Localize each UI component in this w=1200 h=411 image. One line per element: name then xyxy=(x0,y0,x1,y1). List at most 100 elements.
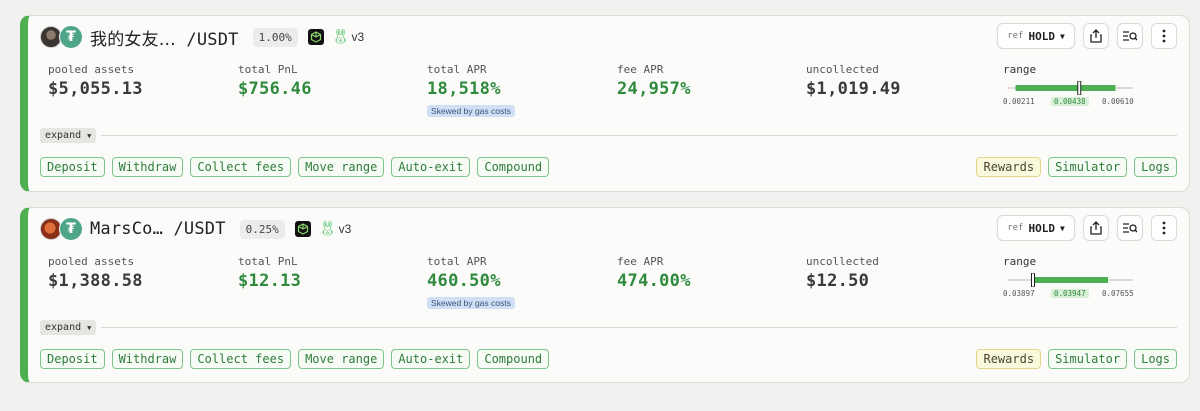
share-button[interactable] xyxy=(1083,23,1109,49)
divider xyxy=(101,134,1177,136)
withdraw-button[interactable]: Withdraw xyxy=(111,157,184,177)
list-search-icon xyxy=(1123,223,1138,233)
metric-label: uncollected xyxy=(806,255,879,268)
pair-quote: /USDT xyxy=(163,219,226,239)
metric-value: 18,518% xyxy=(427,79,501,99)
range-min: 0.03897 xyxy=(1003,289,1035,298)
gas-cost-note: Skewed by gas costs xyxy=(427,297,515,309)
metric-label: fee APR xyxy=(617,63,664,76)
rewards-button[interactable]: Rewards xyxy=(976,349,1042,369)
ref-hold-dropdown[interactable]: ref HOLD ▼ xyxy=(997,215,1075,241)
fee-tier-badge: 0.25% xyxy=(239,219,285,239)
deposit-button[interactable]: Deposit xyxy=(40,157,105,177)
expand-label: expand xyxy=(45,129,82,141)
right-action-buttons: Rewards Simulator Logs xyxy=(976,349,1177,369)
range-min: 0.00211 xyxy=(1003,97,1035,106)
dex-cube-icon xyxy=(294,221,311,237)
metric-value: $5,055.13 xyxy=(48,79,143,99)
caret-down-icon: ▼ xyxy=(1059,223,1065,233)
position-card: ₮ MarsCo… /USDT 0.25% 🐰︎ v3 ref HOLD ▼ p… xyxy=(20,207,1190,383)
metric-value: $1,388.58 xyxy=(48,271,143,291)
bunny-icon: 🐰︎ xyxy=(318,221,337,237)
version-label: v3 xyxy=(351,30,365,44)
compound-button[interactable]: Compound xyxy=(477,349,550,369)
ref-value: HOLD xyxy=(1028,29,1055,43)
bunny-icon: 🐰︎ xyxy=(331,29,350,45)
withdraw-button[interactable]: Withdraw xyxy=(111,349,184,369)
divider xyxy=(101,326,1177,328)
expand-button[interactable]: expand ▼ xyxy=(40,127,97,143)
pair-token: MarsCo… xyxy=(90,219,164,239)
inspect-button[interactable] xyxy=(1117,23,1143,49)
rewards-button[interactable]: Rewards xyxy=(976,157,1042,177)
share-icon xyxy=(1090,221,1102,235)
metric-value: $12.50 xyxy=(806,271,870,291)
tether-icon: ₮ xyxy=(59,217,83,241)
range-indicator: range 0.00211 0.00438 0.00610 xyxy=(1003,63,1138,109)
logs-button[interactable]: Logs xyxy=(1134,157,1177,177)
expand-button[interactable]: expand ▼ xyxy=(40,319,97,335)
gas-cost-note: Skewed by gas costs xyxy=(427,105,515,117)
fee-tier-badge: 1.00% xyxy=(252,27,298,47)
auto-exit-button[interactable]: Auto-exit xyxy=(391,157,471,177)
pair-quote: /USDT xyxy=(176,29,239,50)
current-price-marker xyxy=(1031,273,1035,287)
metric-label: total APR xyxy=(427,255,487,268)
range-max: 0.00610 xyxy=(1102,97,1134,106)
logs-button[interactable]: Logs xyxy=(1134,349,1177,369)
auto-exit-button[interactable]: Auto-exit xyxy=(391,349,471,369)
pair-name[interactable]: MarsCo… /USDT xyxy=(90,219,226,239)
range-ticks: 0.00211 0.00438 0.00610 xyxy=(1003,97,1138,109)
range-label: range xyxy=(1003,255,1037,268)
more-options-button[interactable] xyxy=(1151,23,1177,49)
range-slider xyxy=(1008,81,1133,95)
kebab-icon xyxy=(1162,221,1166,235)
tether-icon: ₮ xyxy=(59,25,83,49)
pooled-assets: pooled assets $1,388.58 xyxy=(48,255,143,291)
version-label: v3 xyxy=(338,222,352,236)
share-button[interactable] xyxy=(1083,215,1109,241)
collect-fees-button[interactable]: Collect fees xyxy=(190,157,292,177)
ref-label: ref xyxy=(1007,31,1024,41)
range-band xyxy=(1033,277,1108,283)
simulator-button[interactable]: Simulator xyxy=(1048,157,1128,177)
fee-apr: fee APR 474.00% xyxy=(617,255,691,291)
share-icon xyxy=(1090,29,1102,43)
action-buttons: Deposit Withdraw Collect fees Move range… xyxy=(40,349,550,369)
metric-label: pooled assets xyxy=(48,255,135,268)
more-options-button[interactable] xyxy=(1151,215,1177,241)
range-indicator: range 0.03897 0.03947 0.07655 xyxy=(1003,255,1138,301)
metric-value: $756.46 xyxy=(238,79,312,99)
position-card: ₮ 我的女友… /USDT 1.00% 🐰︎ v3 ref HOLD ▼ poo… xyxy=(20,15,1190,192)
metric-value: 460.50% xyxy=(427,271,501,291)
simulator-button[interactable]: Simulator xyxy=(1048,349,1128,369)
pooled-assets: pooled assets $5,055.13 xyxy=(48,63,143,99)
compound-button[interactable]: Compound xyxy=(477,157,550,177)
dex-cube-icon xyxy=(307,29,324,45)
ref-value: HOLD xyxy=(1028,221,1055,235)
move-range-button[interactable]: Move range xyxy=(298,349,385,369)
uncollected: uncollected $12.50 xyxy=(806,255,879,291)
range-slider xyxy=(1008,273,1133,287)
fee-apr: fee APR 24,957% xyxy=(617,63,691,99)
caret-down-icon: ▼ xyxy=(87,131,92,140)
pair-name[interactable]: 我的女友… /USDT xyxy=(90,25,239,50)
move-range-button[interactable]: Move range xyxy=(298,157,385,177)
range-current: 0.00438 xyxy=(1051,97,1089,106)
metric-value: 474.00% xyxy=(617,271,691,291)
range-band xyxy=(1015,85,1116,91)
range-max: 0.07655 xyxy=(1102,289,1134,298)
collect-fees-button[interactable]: Collect fees xyxy=(190,349,292,369)
metric-label: total PnL xyxy=(238,255,298,268)
list-search-icon xyxy=(1123,31,1138,41)
range-current: 0.03947 xyxy=(1051,289,1089,298)
total-apr: total APR 18,518% Skewed by gas costs xyxy=(427,63,515,118)
inspect-button[interactable] xyxy=(1117,215,1143,241)
metric-label: uncollected xyxy=(806,63,879,76)
action-buttons: Deposit Withdraw Collect fees Move range… xyxy=(40,157,550,177)
caret-down-icon: ▼ xyxy=(1059,31,1065,41)
kebab-icon xyxy=(1162,29,1166,43)
deposit-button[interactable]: Deposit xyxy=(40,349,105,369)
ref-hold-dropdown[interactable]: ref HOLD ▼ xyxy=(997,23,1075,49)
current-price-marker xyxy=(1077,81,1082,95)
